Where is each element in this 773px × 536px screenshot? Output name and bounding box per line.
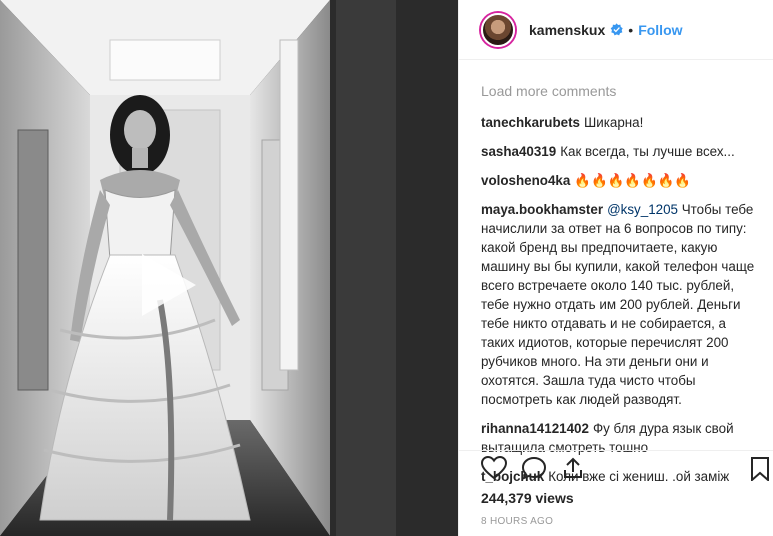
actions-divider: [459, 450, 773, 451]
action-icons: [480, 455, 585, 485]
view-count[interactable]: 244,379 views: [481, 490, 574, 506]
comment-username[interactable]: tanechkarubets: [481, 115, 580, 130]
post-video[interactable]: [0, 0, 458, 536]
post-timestamp[interactable]: 8 HOURS AGO: [481, 516, 553, 527]
author-username[interactable]: kamenskux: [529, 22, 605, 38]
post-header: kamenskux • Follow: [459, 0, 773, 60]
video-frame: [0, 0, 458, 536]
comments-list: Load more comments tanechkarubets Шикарна…: [481, 82, 757, 496]
save-button[interactable]: [751, 457, 769, 486]
comment-username[interactable]: volosheno4ka: [481, 173, 570, 188]
comment-icon: [521, 456, 547, 480]
comment-mention[interactable]: @ksy_1205: [607, 202, 678, 217]
share-icon: [564, 457, 582, 478]
comment-text: 🔥🔥🔥🔥🔥🔥🔥: [574, 173, 692, 188]
comment-item: tanechkarubets Шикарна!: [481, 113, 757, 132]
comment-item: rihanna14121402 Фу бля дура язык свой выт…: [481, 419, 757, 457]
like-button[interactable]: [480, 455, 508, 485]
comment-item: maya.bookhamster @ksy_1205 Чтобы тебе нач…: [481, 200, 757, 409]
share-button[interactable]: [561, 456, 585, 485]
bookmark-icon: [751, 457, 769, 483]
comment-username[interactable]: sasha40319: [481, 144, 556, 159]
load-more-comments-button[interactable]: Load more comments: [481, 82, 757, 101]
follow-button[interactable]: Follow: [638, 22, 682, 38]
instagram-post: kamenskux • Follow Load more comments ta…: [0, 0, 773, 536]
comment-username[interactable]: maya.bookhamster: [481, 202, 603, 217]
avatar[interactable]: [481, 12, 515, 47]
comment-text: Чтобы тебе начислили за ответ на 6 вопро…: [481, 202, 755, 407]
play-icon: [142, 254, 196, 316]
play-button[interactable]: [130, 250, 200, 320]
comment-text: Как всегда, ты лучше всех...: [560, 144, 735, 159]
comment-text: Шикарна!: [583, 115, 644, 130]
post-side-panel: kamenskux • Follow Load more comments ta…: [458, 0, 773, 536]
comment-button[interactable]: [521, 456, 547, 485]
comment-item: volosheno4ka 🔥🔥🔥🔥🔥🔥🔥: [481, 171, 757, 190]
comment-username[interactable]: rihanna14121402: [481, 421, 589, 436]
separator-dot: •: [628, 21, 634, 38]
heart-icon: [480, 455, 508, 480]
comment-item: sasha40319 Как всегда, ты лучше всех...: [481, 142, 757, 161]
verified-badge-icon: [610, 23, 623, 36]
